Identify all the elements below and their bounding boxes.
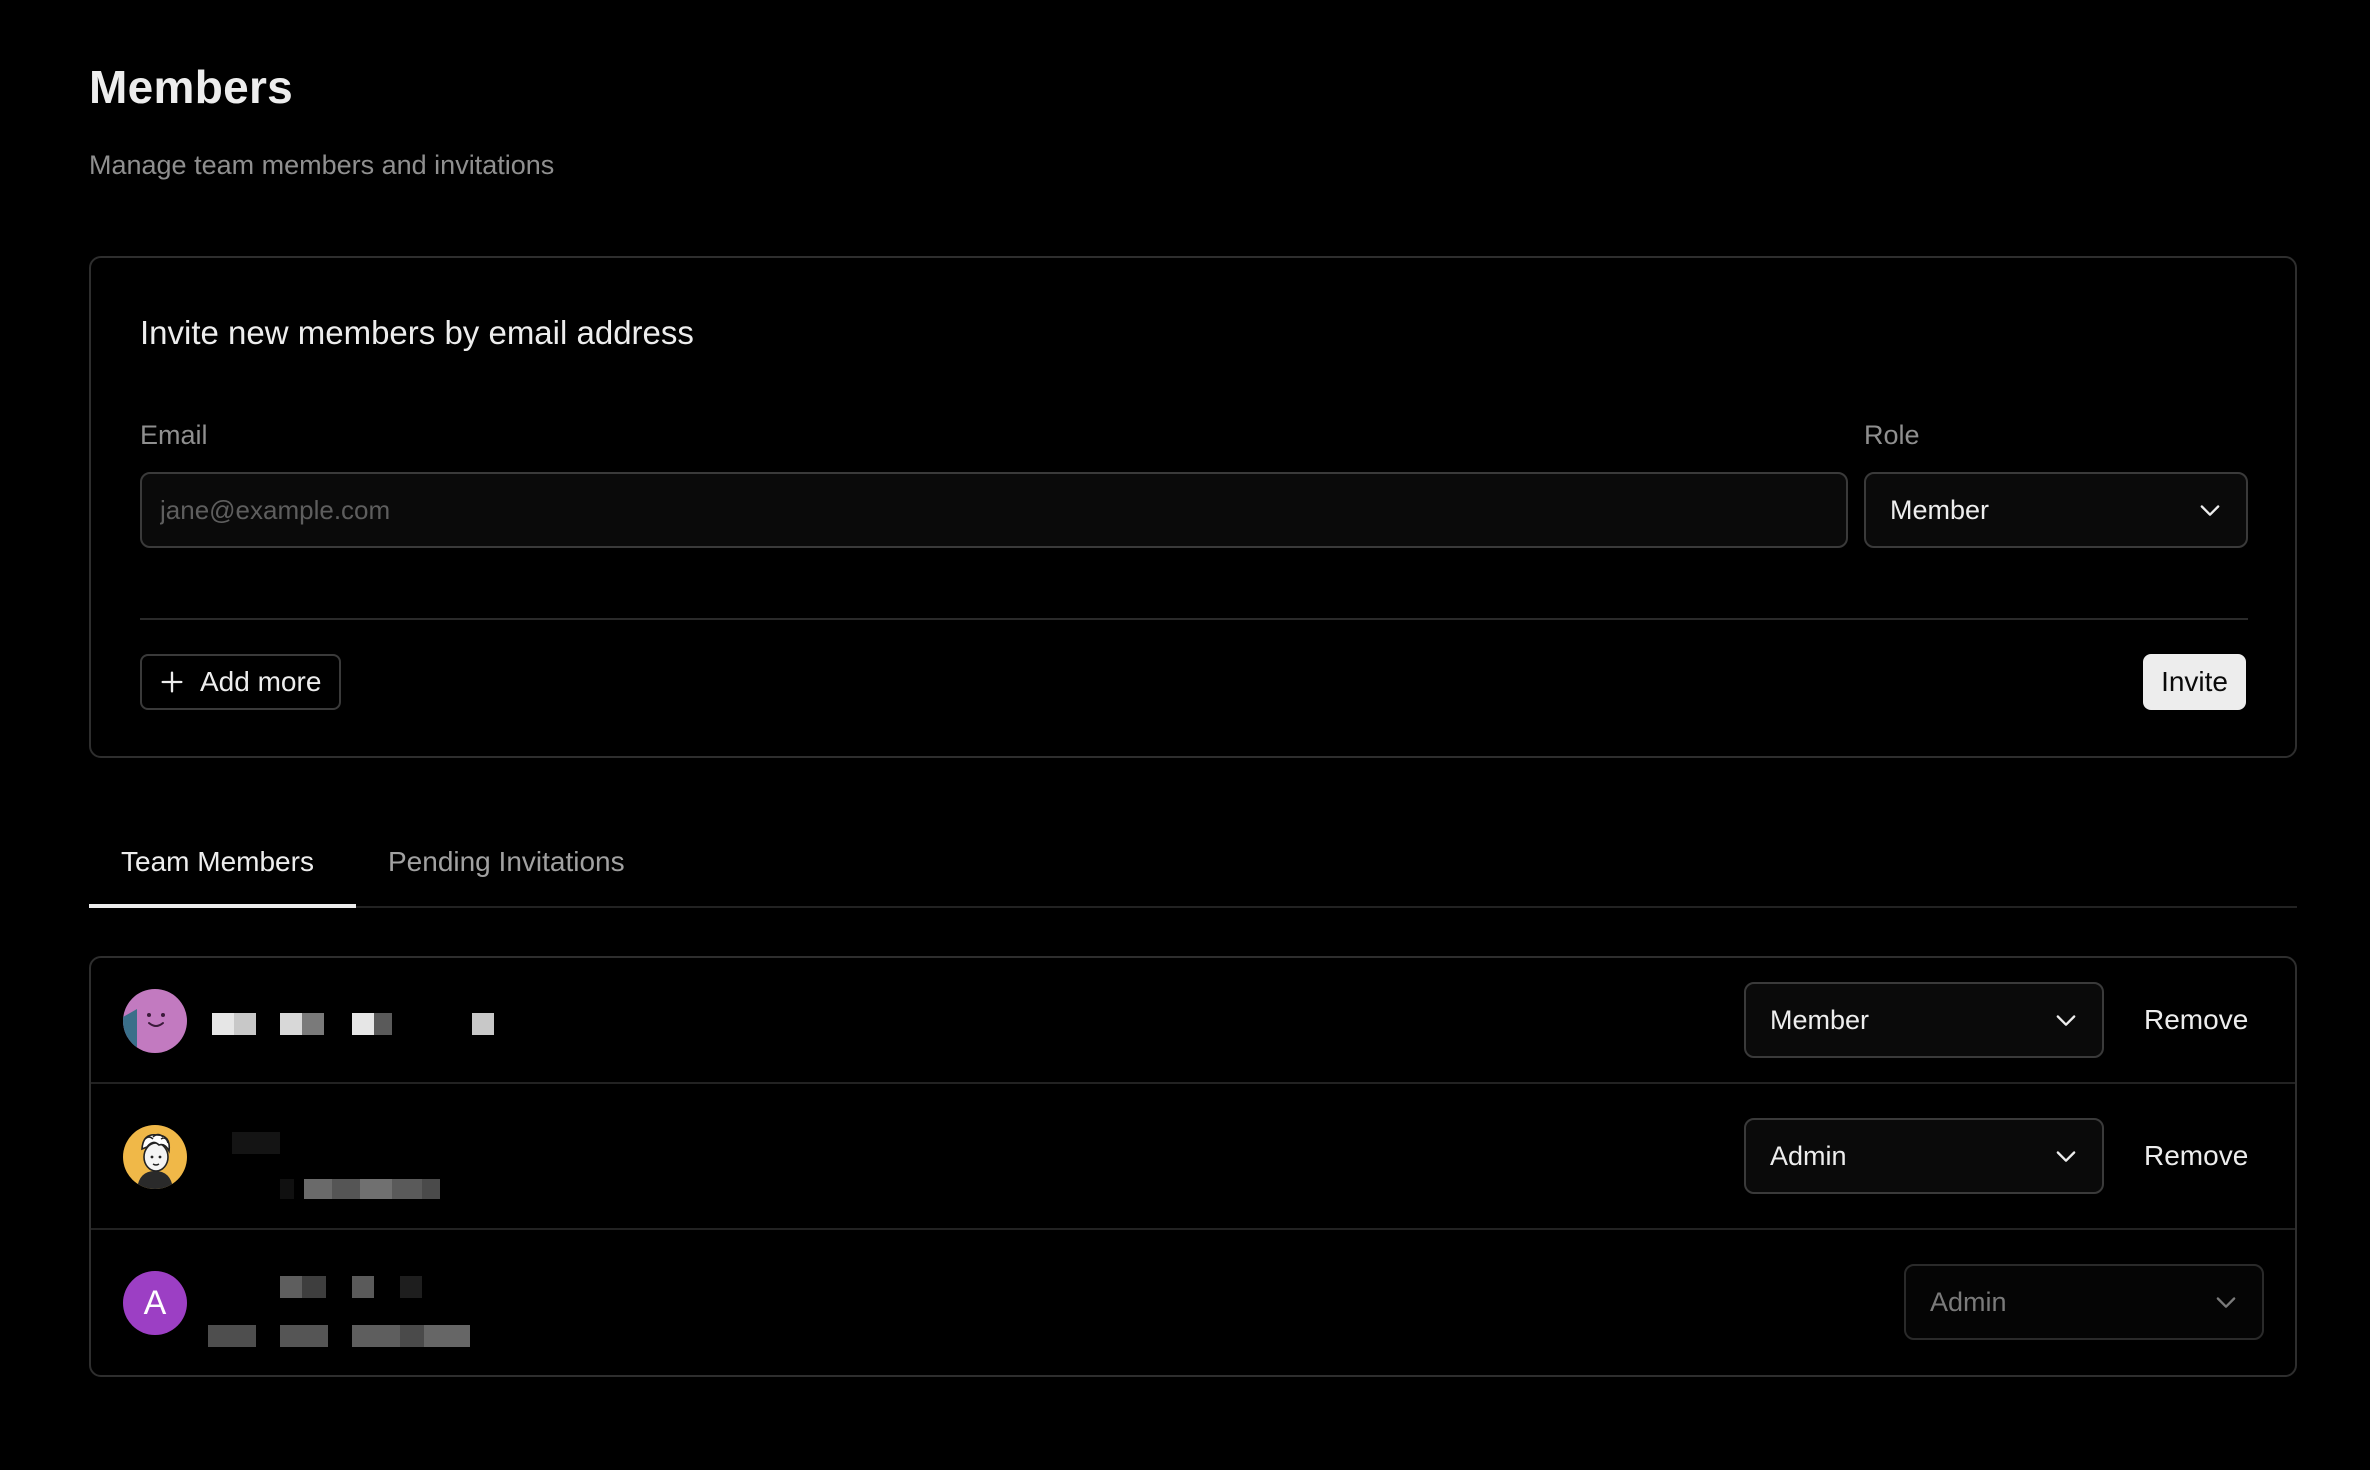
illustrated-person-avatar [123, 1125, 187, 1189]
add-more-button[interactable]: Add more [140, 654, 342, 710]
chevron-down-icon [2052, 1142, 2080, 1170]
member-tabs: Team Members Pending Invitations [89, 826, 2297, 908]
member-row: Admin Remove [91, 1084, 2295, 1230]
role-label: Role [1864, 420, 1920, 450]
member-row: Member Remove [91, 958, 2295, 1084]
member-row: A Admin [91, 1230, 2295, 1375]
card-divider [140, 618, 2248, 620]
smiley-avatar [123, 989, 187, 1053]
tab-pending-invitations[interactable]: Pending Invitations [388, 846, 625, 878]
email-label: Email [140, 420, 208, 450]
invite-role-value: Member [1890, 494, 1990, 525]
chevron-down-icon [2052, 1006, 2080, 1034]
member-role-value: Admin [1770, 1140, 1847, 1171]
member-role-select: Admin [1904, 1264, 2264, 1340]
remove-member-button[interactable]: Remove [2144, 1004, 2248, 1036]
members-page: Members Manage team members and invitati… [0, 0, 2370, 1470]
letter-avatar: A [123, 1271, 187, 1335]
member-role-value: Admin [1930, 1286, 2007, 1317]
page-subtitle: Manage team members and invitations [89, 150, 555, 180]
plus-icon [158, 668, 186, 696]
remove-member-button[interactable]: Remove [2144, 1140, 2248, 1172]
email-field[interactable] [140, 472, 1848, 548]
page-title: Members [89, 61, 294, 113]
invite-card: Invite new members by email address Emai… [89, 256, 2297, 758]
member-role-value: Member [1770, 1004, 1870, 1035]
chevron-down-icon [2196, 496, 2224, 524]
invite-button[interactable]: Invite [2143, 654, 2246, 710]
invite-role-select[interactable]: Member [1864, 472, 2248, 548]
chevron-down-icon [2212, 1288, 2240, 1316]
tab-team-members[interactable]: Team Members [121, 846, 314, 878]
member-role-select[interactable]: Member [1744, 982, 2104, 1058]
members-list: Member Remove Admin Remove A Admin [89, 956, 2297, 1377]
add-more-label: Add more [200, 666, 322, 697]
member-role-select[interactable]: Admin [1744, 1118, 2104, 1194]
invite-heading: Invite new members by email address [140, 314, 694, 351]
active-tab-indicator [89, 904, 356, 908]
